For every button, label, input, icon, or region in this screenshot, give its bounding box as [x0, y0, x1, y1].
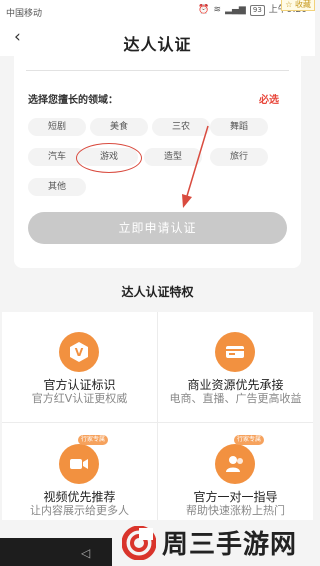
privilege-grid: V 官方认证标识 官方红V认证更权威 商业资源优先承接 电商、直播、广告更高收益…: [2, 312, 313, 520]
system-back-icon[interactable]: ◁: [81, 546, 90, 560]
divider: [26, 70, 289, 71]
section-title: 达人认证特权: [121, 285, 194, 299]
video-icon: 行家专属: [59, 435, 109, 484]
signal-icon: ▂▄▆: [225, 5, 246, 15]
feature-title: 官方认证标识: [43, 378, 116, 392]
feature-desc: 电商、直播、广告更高收益: [169, 392, 302, 405]
watermark: 周三手游网: [122, 524, 297, 561]
divider: [2, 422, 313, 423]
feature-title: 视频优先推荐: [43, 490, 116, 504]
tag-duanju[interactable]: 短剧: [28, 118, 86, 136]
nav-bar: ‹ 达人认证: [0, 22, 315, 56]
exclusive-badge: 行家专属: [234, 435, 265, 445]
tag-zaoxing[interactable]: 造型: [144, 148, 202, 166]
feature-desc: 帮助快速涨粉上热门: [186, 504, 285, 517]
watermark-text: 周三手游网: [162, 530, 298, 560]
feature-desc: 让内容展示给更多人: [30, 504, 129, 517]
feature-desc: 官方红V认证更权威: [31, 392, 128, 405]
tag-sannong[interactable]: 三农: [152, 118, 210, 136]
apply-button[interactable]: 立即申请认证: [28, 212, 287, 244]
tag-lvxing[interactable]: 旅行: [210, 148, 268, 166]
favorite-tag[interactable]: ☆ 收藏: [281, 0, 315, 11]
tag-wudao[interactable]: 舞蹈: [210, 118, 268, 136]
page-title: 达人认证: [123, 35, 192, 54]
feature-title: 官方一对一指导: [193, 490, 278, 504]
exclusive-badge: 行家专属: [78, 435, 109, 445]
feature-video-recommend[interactable]: 行家专属 视频优先推荐 让内容展示给更多人: [2, 424, 157, 528]
card-icon: [215, 332, 255, 372]
selection-circle-annotation: [76, 143, 142, 173]
tag-qita[interactable]: 其他: [28, 178, 86, 196]
wifi-icon: ≋: [213, 5, 222, 15]
status-bar: 中国移动 ⏰ ≋ ▂▄▆ 93 上午9:20 ☆ 收藏: [0, 0, 315, 22]
feature-business-resources[interactable]: 商业资源优先承接 电商、直播、广告更高收益: [158, 312, 313, 416]
users-icon: 行家专属: [215, 435, 265, 484]
system-nav-bar: ◁: [0, 538, 112, 566]
tag-meishi[interactable]: 美食: [90, 118, 148, 136]
battery-icon: 93: [249, 5, 265, 16]
favorite-label: 收藏: [295, 0, 311, 9]
feature-one-on-one[interactable]: 行家专属 官方一对一指导 帮助快速涨粉上热门: [158, 424, 313, 528]
v-badge-icon: V: [59, 332, 99, 372]
alarm-icon: ⏰: [198, 5, 210, 15]
svg-text:V: V: [75, 346, 84, 359]
feature-official-badge[interactable]: V 官方认证标识 官方红V认证更权威: [2, 312, 157, 416]
carrier-label: 中国移动: [6, 9, 43, 19]
watermark-logo-icon: [122, 525, 156, 560]
required-badge: 必选: [259, 95, 279, 106]
field-label: 选择您擅长的领域：: [28, 95, 118, 106]
feature-title: 商业资源优先承接: [187, 378, 284, 392]
